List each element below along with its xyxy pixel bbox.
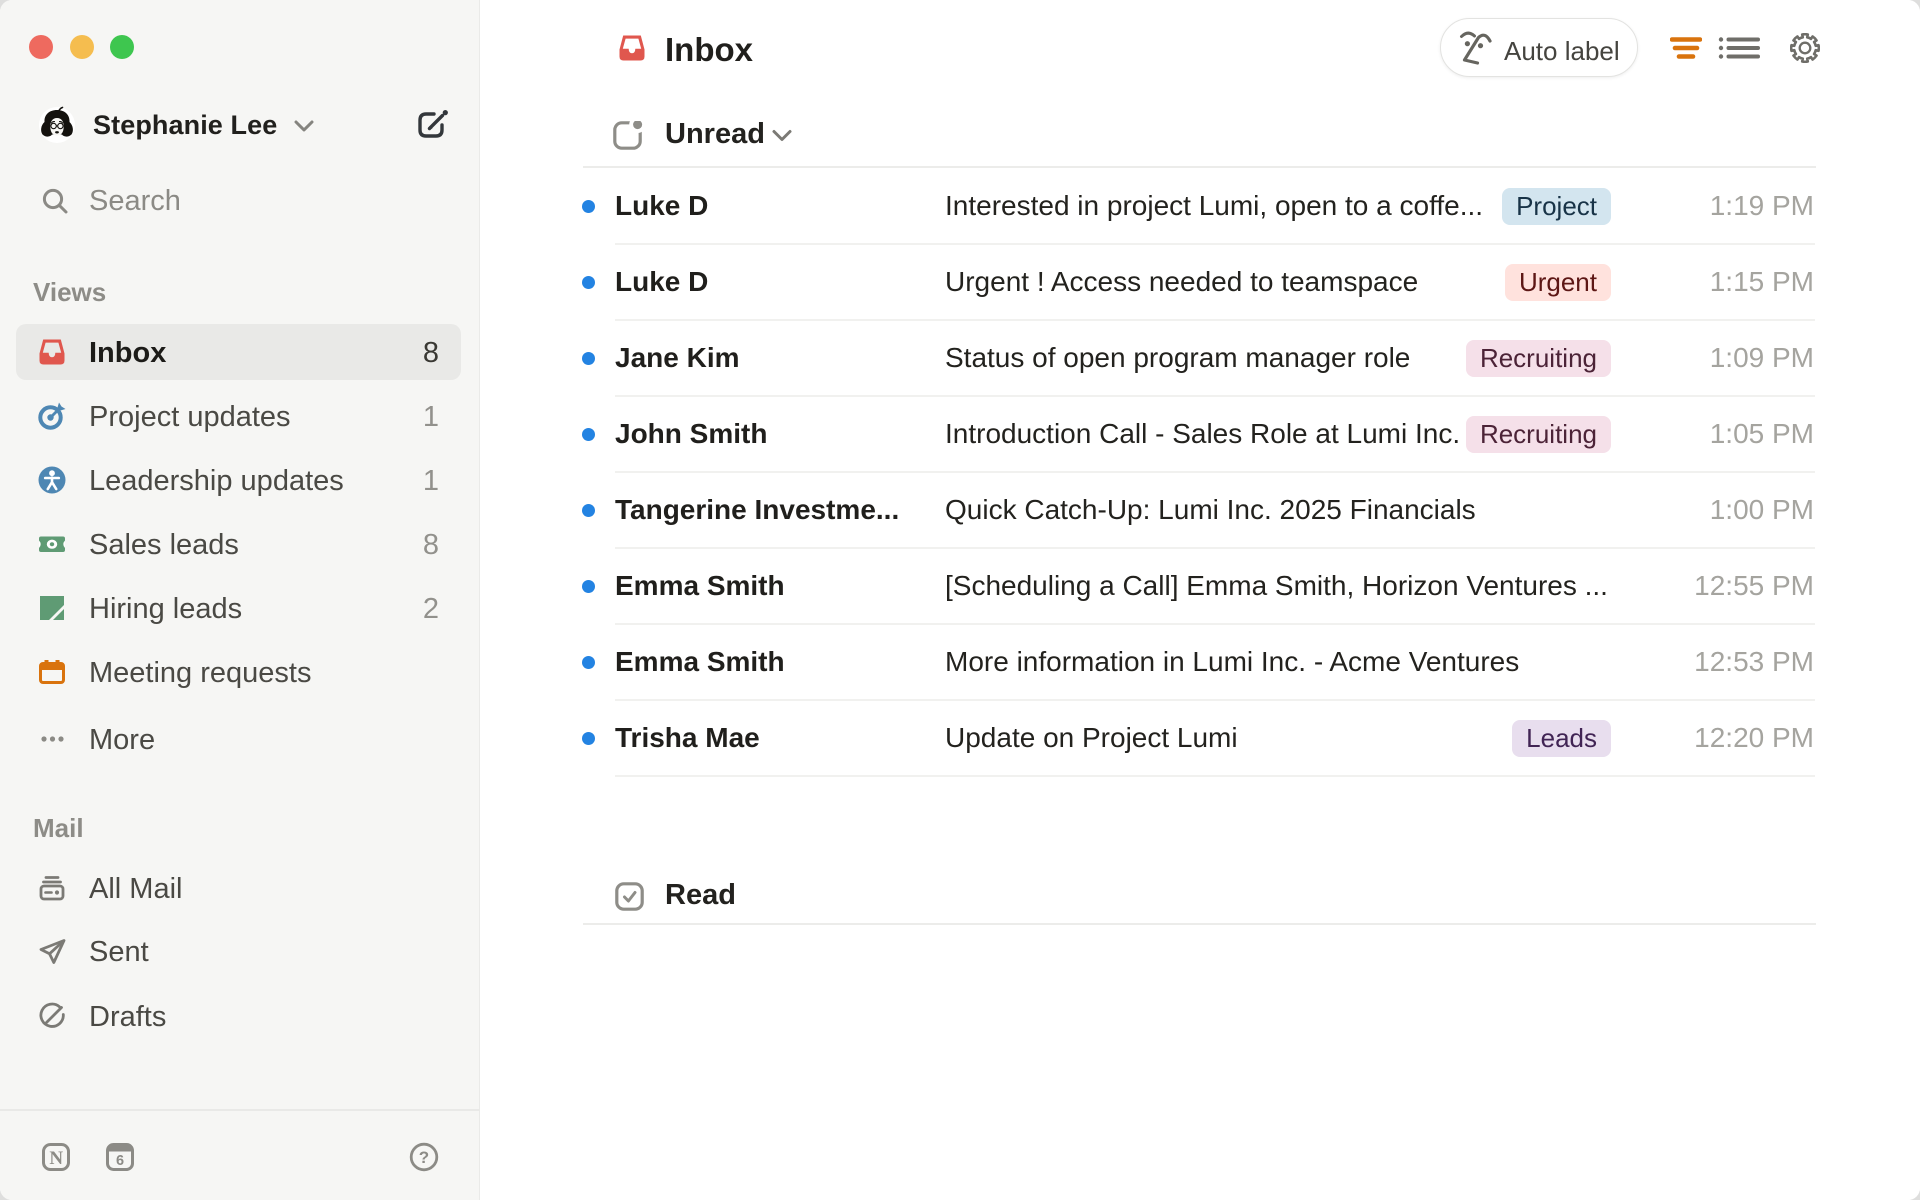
svg-text:?: ? <box>419 1148 429 1167</box>
svg-text:6: 6 <box>116 1153 124 1169</box>
svg-text:N: N <box>49 1148 63 1169</box>
